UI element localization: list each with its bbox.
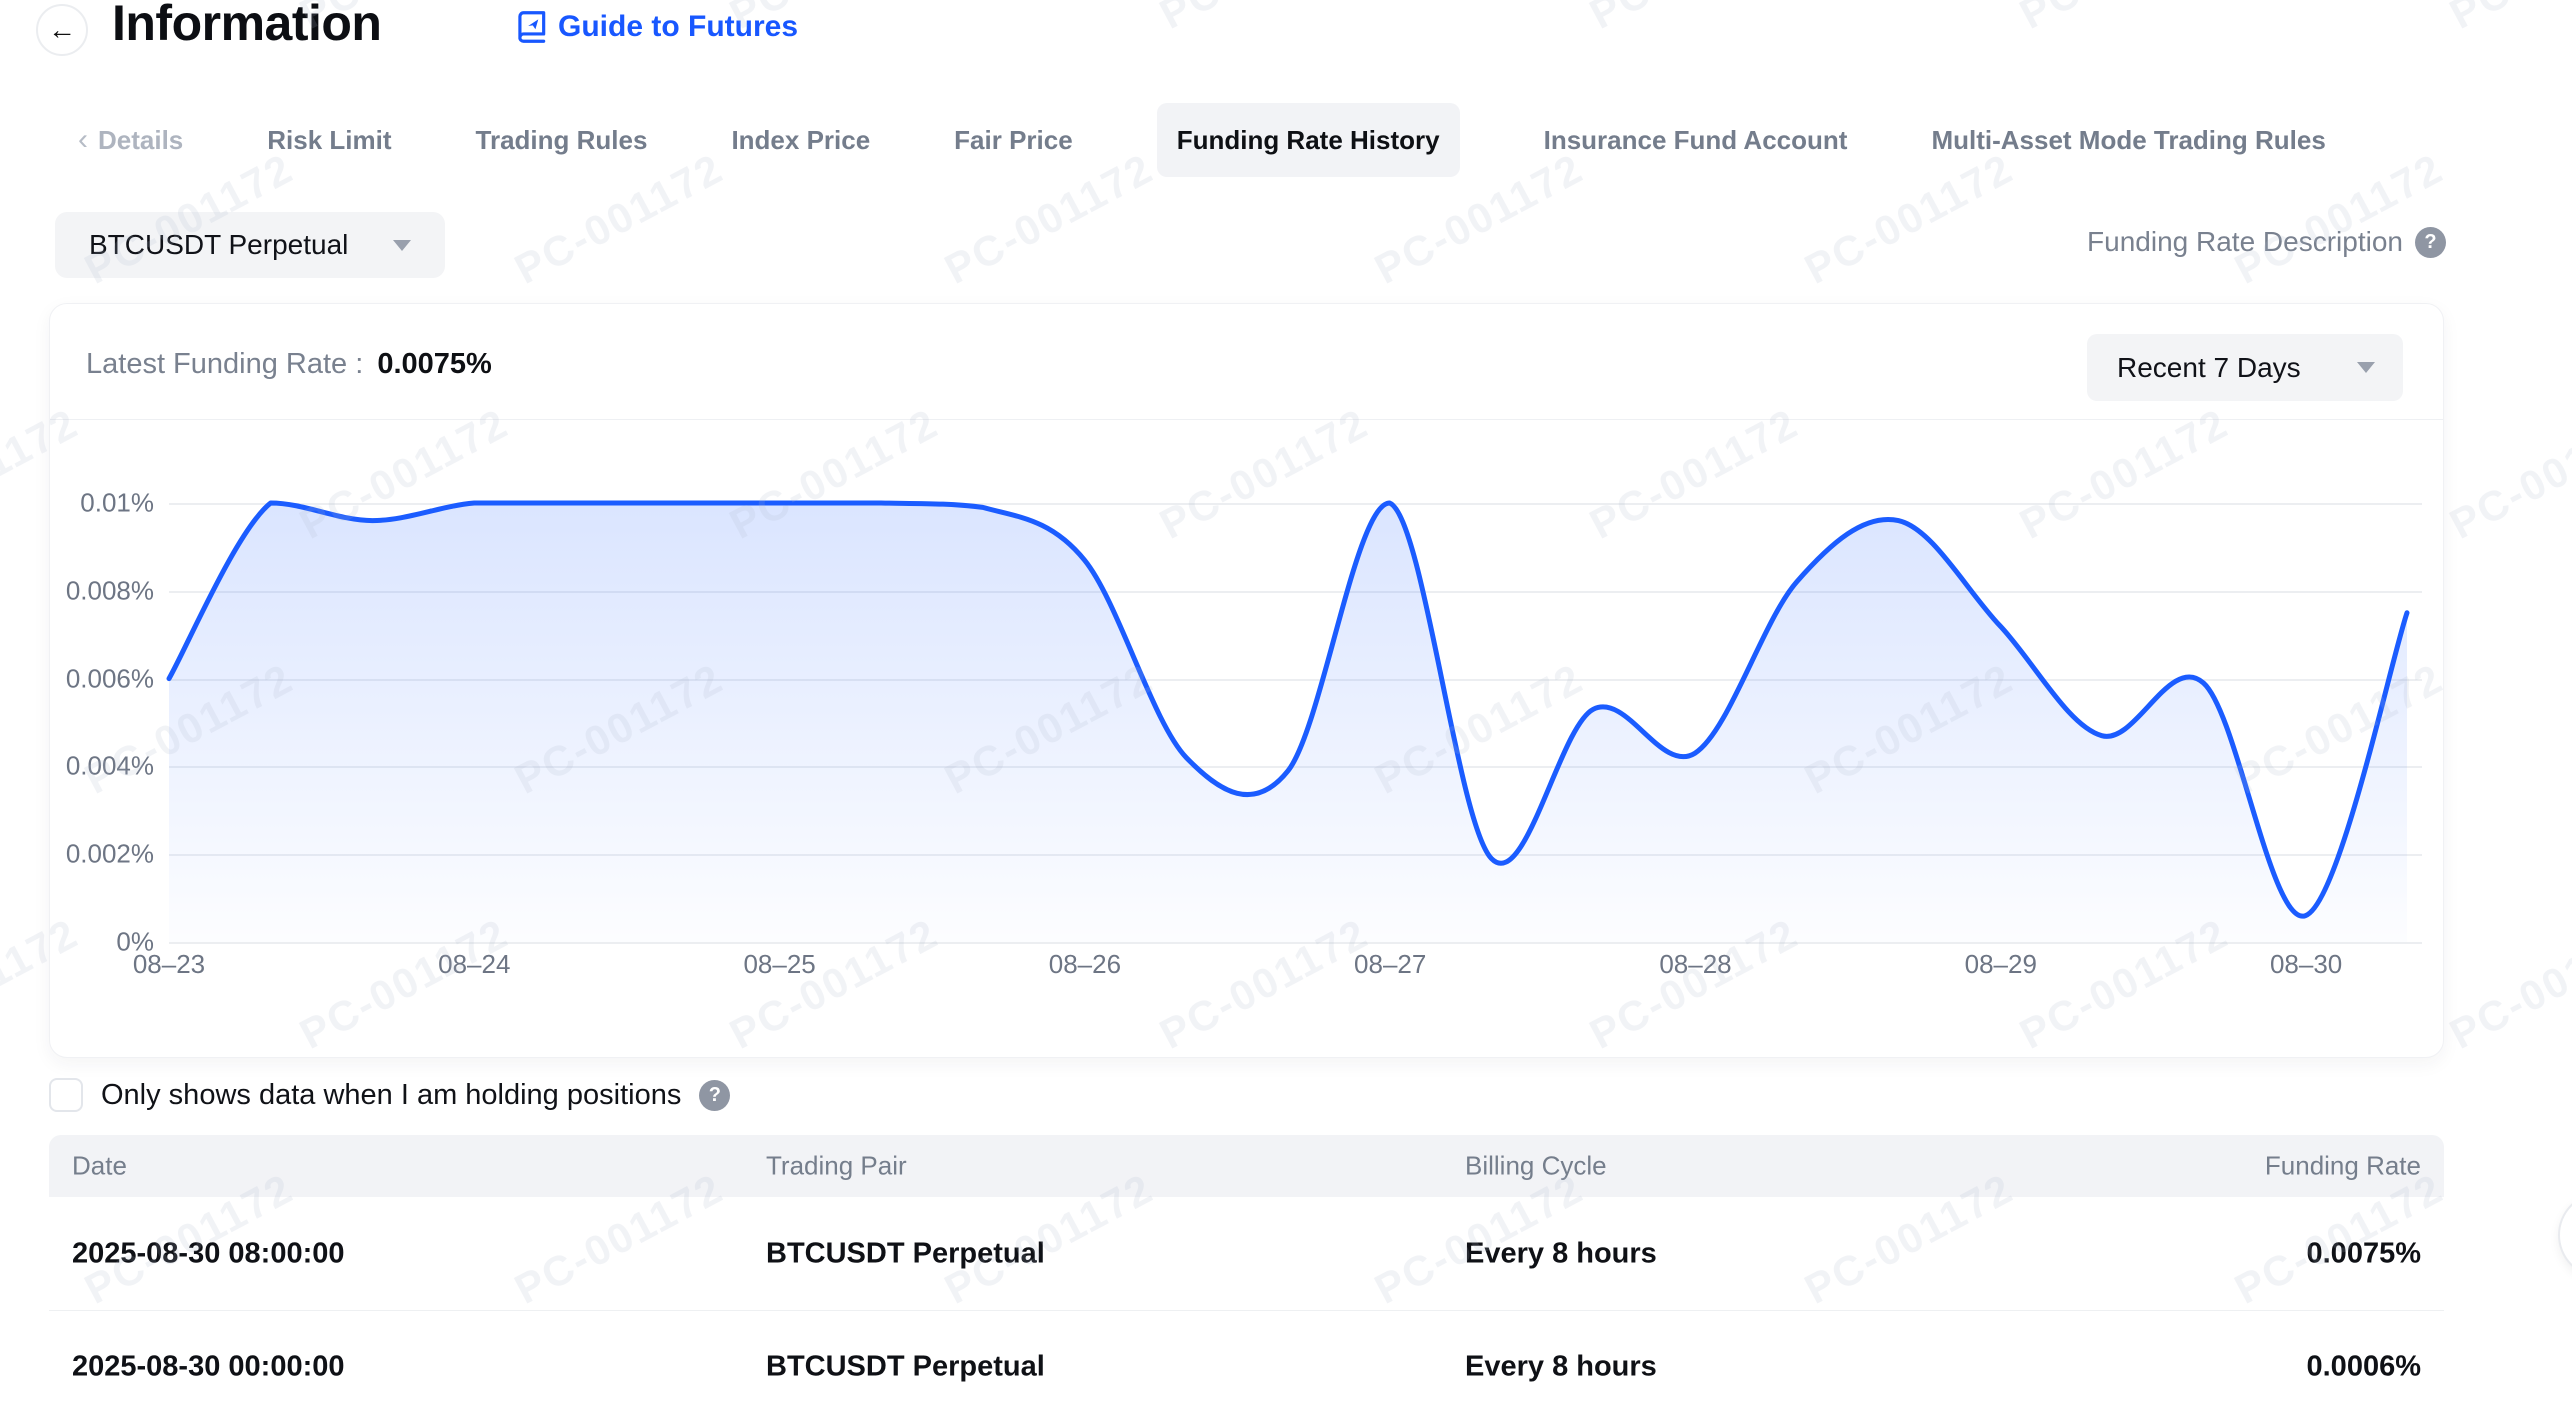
tab-fair-price[interactable]: Fair Price	[954, 125, 1073, 156]
tab-funding-rate-history[interactable]: Funding Rate History	[1157, 103, 1460, 177]
funding-rate-chart	[169, 503, 2407, 942]
guide-book-icon	[512, 8, 550, 46]
floating-widget-button[interactable]	[2558, 1192, 2572, 1278]
tab-label: Risk Limit	[267, 125, 391, 156]
x-axis-tick: 08–30	[2246, 949, 2366, 980]
funding-rate-description-link[interactable]: Funding Rate Description ?	[2087, 226, 2446, 258]
column-header-date: Date	[72, 1151, 127, 1182]
table-row: 2025-08-30 08:00:00 BTCUSDT Perpetual Ever…	[49, 1197, 2444, 1310]
back-button[interactable]: ←	[36, 4, 88, 56]
table-cell: 2025-08-30 08:00:00	[72, 1237, 344, 1270]
tab-details[interactable]: ‹ Details	[78, 123, 183, 157]
table-cell: Every 8 hours	[1465, 1237, 1657, 1270]
chevron-down-icon	[2357, 362, 2375, 373]
holding-positions-filter: Only shows data when I am holding positi…	[49, 1078, 730, 1112]
table-cell: 0.0075%	[2307, 1237, 2422, 1270]
tab-label: Multi-Asset Mode Trading Rules	[1931, 125, 2325, 156]
y-axis-tick: 0.006%	[44, 663, 154, 694]
x-axis-tick: 08–26	[1025, 949, 1145, 980]
y-axis-tick: 0.002%	[44, 839, 154, 870]
question-circle-icon: ?	[699, 1080, 730, 1111]
symbol-select[interactable]: BTCUSDT Perpetual	[55, 212, 445, 278]
holding-positions-label: Only shows data when I am holding positi…	[101, 1079, 681, 1112]
tab-label: Insurance Fund Account	[1544, 125, 1848, 156]
latest-funding-rate-value: 0.0075%	[377, 348, 492, 380]
y-axis-tick: 0.008%	[44, 575, 154, 606]
y-axis-tick: 0.01%	[44, 488, 154, 519]
chevron-left-icon: ‹	[78, 123, 88, 157]
x-axis-tick: 08–23	[109, 949, 229, 980]
y-axis-tick: 0.004%	[44, 751, 154, 782]
table-row: 2025-08-30 00:00:00 BTCUSDT Perpetual Ever…	[49, 1310, 2444, 1423]
page-title: Information	[112, 0, 381, 52]
tabs: ‹ Details Risk Limit Trading Rules Index Pri…	[78, 103, 2326, 177]
tab-label: Funding Rate History	[1177, 125, 1440, 156]
row-divider	[49, 1310, 2444, 1311]
watermark-text: PC-001172	[1152, 0, 1376, 39]
guide-to-futures-link[interactable]: Guide to Futures	[512, 8, 798, 46]
tab-label: Index Price	[731, 125, 870, 156]
watermark-text: PC-001172	[2012, 0, 2236, 39]
chart-area-fill	[169, 503, 2407, 942]
tab-insurance-fund-account[interactable]: Insurance Fund Account	[1544, 125, 1848, 156]
x-axis-tick: 08–24	[414, 949, 534, 980]
table-cell: BTCUSDT Perpetual	[766, 1237, 1045, 1270]
arrow-left-icon: ←	[48, 14, 76, 46]
table-cell: BTCUSDT Perpetual	[766, 1350, 1045, 1383]
card-divider	[50, 419, 2443, 420]
table-header: Date Trading Pair Billing Cycle Funding …	[49, 1135, 2444, 1197]
watermark-text: PC-001172	[2442, 0, 2572, 39]
funding-rate-description-label: Funding Rate Description	[2087, 226, 2403, 258]
question-circle-icon: ?	[2415, 227, 2446, 258]
tab-risk-limit[interactable]: Risk Limit	[267, 125, 391, 156]
table-cell: 0.0006%	[2307, 1350, 2422, 1383]
symbol-select-value: BTCUSDT Perpetual	[89, 229, 348, 261]
gridline	[169, 942, 2422, 944]
tab-index-price[interactable]: Index Price	[731, 125, 870, 156]
watermark-text: PC-001172	[2442, 399, 2572, 549]
holding-positions-checkbox[interactable]	[49, 1078, 83, 1112]
column-header-trading-pair: Trading Pair	[766, 1151, 907, 1182]
latest-funding-rate-label: Latest Funding Rate :	[86, 348, 363, 380]
guide-link-label: Guide to Futures	[558, 10, 798, 44]
tab-multi-asset-mode-trading-rules[interactable]: Multi-Asset Mode Trading Rules	[1931, 125, 2325, 156]
watermark-text: PC-001172	[2442, 909, 2572, 1059]
chevron-down-icon	[393, 240, 411, 251]
x-axis-tick: 08–25	[720, 949, 840, 980]
column-header-funding-rate: Funding Rate	[2265, 1151, 2421, 1182]
column-header-billing-cycle: Billing Cycle	[1465, 1151, 1607, 1182]
x-axis-tick: 08–28	[1636, 949, 1756, 980]
tab-label: Fair Price	[954, 125, 1073, 156]
tab-trading-rules[interactable]: Trading Rules	[476, 125, 648, 156]
tab-label: Details	[98, 125, 183, 156]
range-select[interactable]: Recent 7 Days	[2087, 334, 2403, 401]
range-select-value: Recent 7 Days	[2117, 352, 2301, 384]
table-cell: 2025-08-30 00:00:00	[72, 1350, 344, 1383]
table-cell: Every 8 hours	[1465, 1350, 1657, 1383]
funding-rate-chart-card: Latest Funding Rate : 0.0075% Recent 7 D…	[49, 303, 2444, 1058]
tab-label: Trading Rules	[476, 125, 648, 156]
futures-information-page: ← Information Guide to Futures ‹ Details R…	[0, 0, 2572, 1408]
x-axis-tick: 08–27	[1330, 949, 1450, 980]
latest-funding-rate: Latest Funding Rate : 0.0075%	[86, 348, 492, 381]
x-axis-tick: 08–29	[1941, 949, 2061, 980]
watermark-text: PC-001172	[1582, 0, 1806, 39]
